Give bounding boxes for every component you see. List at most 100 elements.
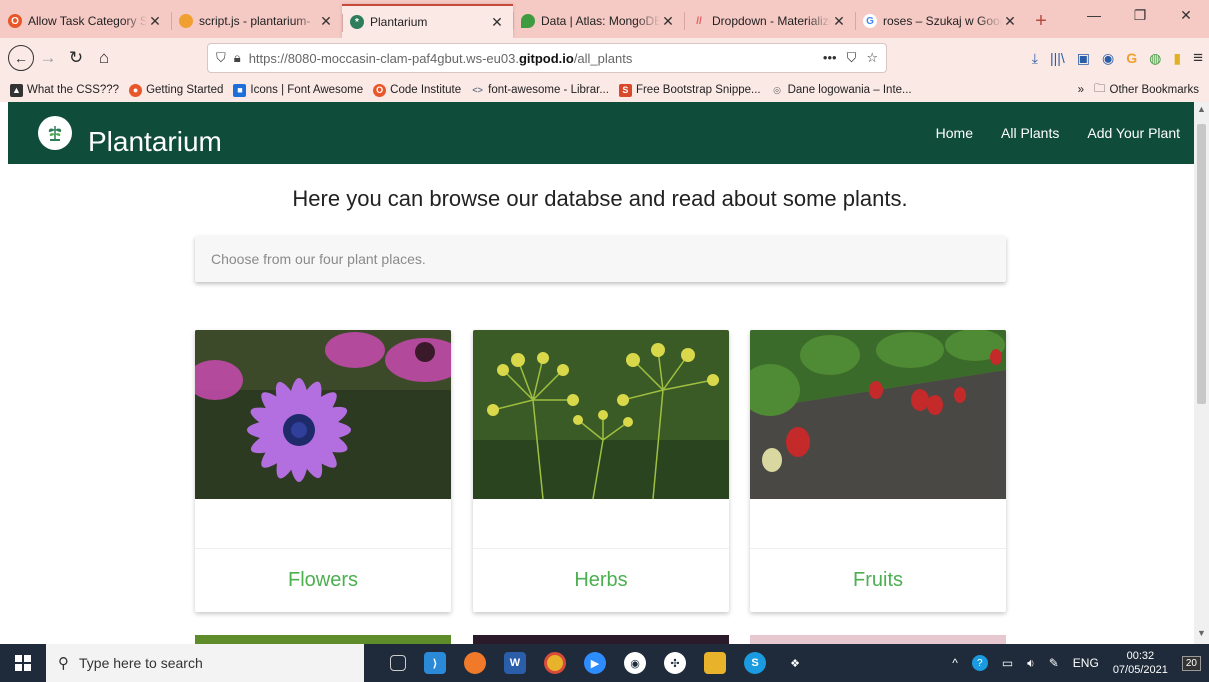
card-fruits[interactable]: Fruits bbox=[750, 330, 1006, 612]
tab-favicon-icon bbox=[521, 14, 535, 28]
volume-icon[interactable]: 🔉︎ bbox=[1027, 656, 1035, 671]
github-icon[interactable]: ◉ bbox=[624, 652, 646, 674]
network-icon[interactable]: ▭ bbox=[1002, 656, 1013, 670]
account-icon[interactable]: ◉ bbox=[1102, 50, 1114, 67]
page-scrollbar[interactable]: ▲ ▼ bbox=[1194, 102, 1209, 644]
lock-icon[interactable]: 🔒︎ bbox=[234, 50, 241, 66]
home-button[interactable]: ⌂ bbox=[90, 44, 118, 72]
clock[interactable]: 00:32 07/05/2021 bbox=[1113, 649, 1168, 677]
download-icon[interactable]: ⤓ bbox=[1032, 50, 1038, 67]
back-button[interactable]: ← bbox=[8, 45, 34, 71]
close-tab-icon[interactable]: ✕ bbox=[1002, 13, 1018, 30]
browser-tab[interactable]: script.js - plantarium- ✕ bbox=[171, 4, 342, 38]
bookmark-favicon-icon: O bbox=[373, 83, 387, 97]
logo[interactable] bbox=[38, 116, 72, 150]
bookmark-item[interactable]: S Free Bootstrap Snippe... bbox=[618, 83, 761, 97]
library-icon[interactable]: |||\ bbox=[1050, 50, 1065, 66]
browser-tab[interactable]: G roses – Szukaj w Google ✕ bbox=[855, 4, 1026, 38]
help-icon[interactable]: ? bbox=[971, 655, 988, 671]
minimize-icon[interactable]: — bbox=[1071, 0, 1117, 30]
folder-icon: 🗀︎ bbox=[1094, 82, 1106, 95]
language-indicator[interactable]: ENG bbox=[1073, 656, 1099, 670]
browser-tab-active[interactable]: * Plantarium ✕ bbox=[342, 4, 513, 38]
address-bar[interactable]: ⛉ 🔒︎ https://8080-moccasin-clam-paf4gbut… bbox=[207, 43, 887, 73]
new-tab-button[interactable]: + bbox=[1026, 4, 1056, 38]
sidebar-icon[interactable]: ▣ bbox=[1077, 50, 1090, 67]
card-flowers[interactable]: Flowers bbox=[195, 330, 451, 612]
shield-icon[interactable]: ⛉ bbox=[216, 50, 226, 66]
bookmark-item[interactable]: ■ Icons | Font Awesome bbox=[233, 83, 363, 97]
bookmark-item[interactable]: <> font-awesome - Librar... bbox=[471, 84, 609, 97]
vscode-icon[interactable]: ⟩ bbox=[424, 652, 446, 674]
chrome-icon[interactable] bbox=[544, 652, 566, 674]
more-actions-icon[interactable]: ••• bbox=[823, 50, 837, 66]
pen-icon[interactable]: ✎ bbox=[1049, 656, 1059, 670]
bookmark-item[interactable]: ● Getting Started bbox=[129, 83, 224, 97]
browser-tab[interactable]: O Allow Task Category S ✕ bbox=[0, 4, 171, 38]
plant-place-select[interactable]: Choose from our four plant places. bbox=[195, 236, 1006, 282]
clock-date: 07/05/2021 bbox=[1112, 664, 1168, 676]
card-partial[interactable] bbox=[750, 635, 1006, 644]
extension-icon[interactable]: ◍ bbox=[1149, 50, 1161, 67]
star-icon[interactable]: ☆ bbox=[866, 50, 878, 66]
pocket-icon[interactable]: ⛉ bbox=[847, 50, 857, 66]
notification-badge[interactable]: 20 bbox=[1181, 655, 1201, 671]
restore-icon[interactable]: ❐ bbox=[1117, 0, 1163, 30]
brand-name[interactable]: Plantarium bbox=[88, 126, 222, 158]
nav-link-all-plants[interactable]: All Plants bbox=[1001, 125, 1059, 141]
tab-strip: O Allow Task Category S ✕ script.js - pl… bbox=[0, 0, 1209, 38]
task-view-icon[interactable] bbox=[390, 655, 406, 671]
close-tab-icon[interactable]: ✕ bbox=[318, 13, 334, 30]
tab-title: Allow Task Category S bbox=[28, 14, 147, 28]
site-navbar: Plantarium Home All Plants Add Your Plan… bbox=[8, 102, 1194, 164]
scroll-thumb[interactable] bbox=[1197, 124, 1206, 404]
card-partial[interactable] bbox=[195, 635, 451, 644]
chevron-up-icon[interactable]: ^ bbox=[952, 656, 958, 670]
close-window-icon[interactable]: ✕ bbox=[1163, 0, 1209, 30]
scroll-up-icon[interactable]: ▲ bbox=[1194, 104, 1209, 118]
bookmark-favicon-icon: <> bbox=[472, 85, 483, 95]
chevron-right-icon[interactable]: » bbox=[1078, 84, 1084, 96]
card-herbs[interactable]: Herbs bbox=[473, 330, 729, 612]
dropbox-icon[interactable]: ❖ bbox=[784, 652, 806, 674]
card-title[interactable]: Herbs bbox=[473, 548, 729, 612]
flowers-image[interactable] bbox=[195, 330, 451, 499]
browser-tab[interactable]: // Dropdown - Materialize ✕ bbox=[684, 4, 855, 38]
browser-tab[interactable]: Data | Atlas: MongoDB ✕ bbox=[513, 4, 684, 38]
scroll-down-icon[interactable]: ▼ bbox=[1194, 628, 1209, 642]
extension-lock-icon[interactable]: ▮ bbox=[1173, 50, 1181, 67]
file-explorer-icon[interactable] bbox=[704, 652, 726, 674]
forward-button[interactable]: → bbox=[34, 44, 62, 72]
page-intro: Here you can browse our databse and read… bbox=[292, 186, 908, 211]
bookmark-item[interactable]: O Code Institute bbox=[373, 83, 461, 97]
herbs-image[interactable] bbox=[473, 330, 729, 499]
bookmark-item[interactable]: ▲ What the CSS??? bbox=[10, 83, 119, 97]
close-tab-icon[interactable]: ✕ bbox=[660, 13, 676, 30]
fruits-image[interactable] bbox=[750, 330, 1006, 499]
bookmark-item[interactable]: ◎ Dane logowania – Inte... bbox=[771, 84, 911, 97]
card-partial[interactable] bbox=[473, 635, 729, 644]
system-tray: ^ ? ▭ 🔉︎ ✎ ENG 00:32 07/05/2021 20 bbox=[952, 649, 1209, 677]
url-prefix: https://8080-moccasin-clam-paf4gbut.ws-e… bbox=[248, 50, 519, 66]
close-tab-icon[interactable]: ✕ bbox=[147, 13, 163, 30]
bookmark-label: Getting Started bbox=[146, 84, 224, 96]
extension-g-icon[interactable]: G bbox=[1126, 50, 1137, 66]
card-title[interactable]: Fruits bbox=[750, 548, 1006, 612]
firefox-icon[interactable] bbox=[464, 652, 486, 674]
bookmark-favicon-icon: ▲ bbox=[10, 83, 23, 97]
nav-link-add-plant[interactable]: Add Your Plant bbox=[1087, 125, 1180, 141]
close-tab-icon[interactable]: ✕ bbox=[831, 13, 847, 30]
zoom-icon[interactable]: ▶ bbox=[584, 652, 606, 674]
word-icon[interactable]: W bbox=[504, 652, 526, 674]
taskbar: ⚲ Type here to search ⟩ W ▶ ◉ ✣ S ❖ ^ ? … bbox=[0, 644, 1209, 682]
windows-start-button[interactable] bbox=[0, 644, 46, 682]
reload-button[interactable]: ↻ bbox=[62, 44, 90, 72]
skype-icon[interactable]: S bbox=[744, 652, 766, 674]
nav-link-home[interactable]: Home bbox=[936, 125, 973, 141]
slack-icon[interactable]: ✣ bbox=[664, 652, 686, 674]
other-bookmarks[interactable]: 🗀︎ Other Bookmarks bbox=[1094, 81, 1199, 100]
card-title[interactable]: Flowers bbox=[195, 548, 451, 612]
menu-icon[interactable]: ≡ bbox=[1193, 48, 1203, 68]
close-tab-icon[interactable]: ✕ bbox=[489, 14, 505, 31]
taskbar-search[interactable]: ⚲ Type here to search bbox=[46, 644, 364, 682]
